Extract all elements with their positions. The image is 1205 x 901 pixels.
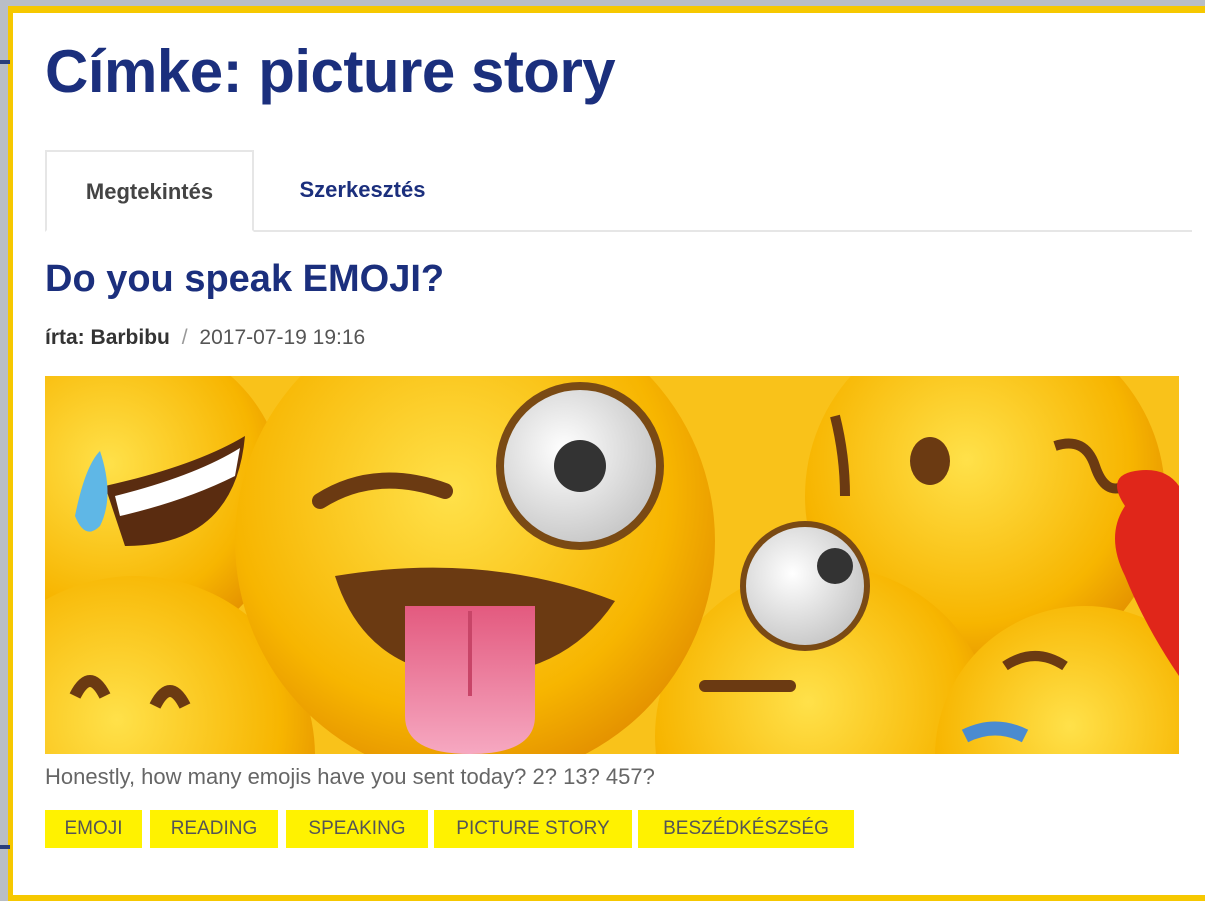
post-date: 2017-07-19 19:16 [199, 326, 366, 349]
page-title: Címke: picture story [45, 38, 616, 105]
tag-emoji[interactable]: EMOJI [45, 810, 142, 848]
page-content: Címke: picture story Megtekintés Szerkes… [13, 13, 1205, 895]
tag-picture-story[interactable]: PICTURE STORY [434, 810, 632, 848]
edge-marker [0, 60, 10, 64]
tab-view[interactable]: Megtekintés [45, 150, 254, 232]
edge-marker [0, 845, 10, 849]
tab-bar: Megtekintés Szerkesztés [45, 150, 1192, 232]
author-prefix: írta: [45, 326, 85, 349]
meta-separator: / [181, 326, 188, 349]
tag-reading[interactable]: READING [150, 810, 278, 848]
author-link[interactable]: Barbibu [91, 326, 170, 349]
emoji-collage-image[interactable] [45, 376, 1179, 754]
tag-speaking[interactable]: SPEAKING [286, 810, 428, 848]
article-title[interactable]: Do you speak EMOJI? [45, 258, 444, 301]
article-teaser: Honestly, how many emojis have you sent … [45, 764, 655, 789]
article-meta: írta: Barbibu / 2017-07-19 19:16 [45, 326, 365, 350]
emoji-image-art [45, 376, 1179, 754]
tag-beszedkeszseg[interactable]: BESZÉDKÉSZSÉG [638, 810, 854, 848]
tab-edit[interactable]: Szerkesztés [250, 150, 475, 230]
